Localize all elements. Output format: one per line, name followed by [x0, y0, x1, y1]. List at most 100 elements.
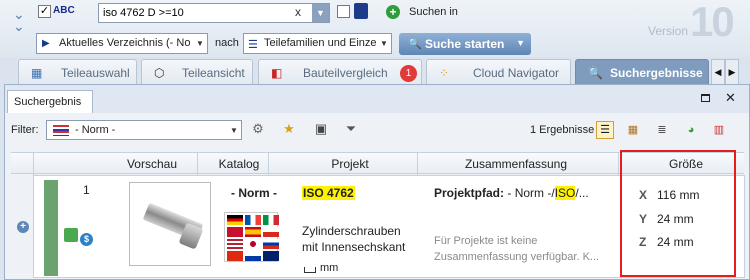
path-suffix: /...	[575, 186, 589, 200]
column-header-projekt[interactable]: Projekt	[305, 157, 395, 171]
directory-value: Aktuelles Verzeichnis (- Norm - )	[59, 37, 191, 49]
add-icon[interactable]: +	[386, 5, 400, 19]
collapse-chevrons-icon[interactable]: ⌄ ⌄	[13, 7, 27, 48]
panel-header: Suchergebnis ✕	[5, 85, 749, 113]
tab-bauteilvergleich[interactable]: ◧ Bauteilvergleich	[258, 59, 422, 85]
tab-suchergebnisse[interactable]: 🔍 Suchergebnisse	[575, 59, 709, 85]
tab-teileauswahl[interactable]: ▦ Teileauswahl	[18, 59, 137, 85]
column-header-zusammenfassung[interactable]: Zusammenfassung	[441, 157, 591, 171]
highlight-box	[620, 150, 736, 277]
catalog-name[interactable]: - Norm -	[231, 186, 277, 200]
version-label: Version	[648, 24, 689, 38]
start-search-label: Suche starten	[425, 37, 505, 51]
part-compare-icon: ◧	[271, 66, 283, 80]
suchen-in-label: Suchen in	[409, 6, 458, 18]
column-header-katalog[interactable]: Katalog	[209, 157, 269, 171]
search-results-icon: 🔍	[588, 66, 603, 80]
gear-icon[interactable]: ⚙	[250, 121, 266, 137]
tab-label: Bauteilvergleich	[303, 66, 388, 80]
funnel-icon[interactable]: ⏷	[343, 121, 359, 137]
summary-text: Für Projekte ist keine Zusammenfassung v…	[434, 235, 600, 263]
path-prefix: - Norm -/	[507, 186, 555, 200]
flag-es-icon	[245, 227, 261, 237]
version-number: 10	[690, 0, 735, 45]
tab-scroll-right[interactable]: ▶	[725, 59, 739, 85]
chevron-down-icon[interactable]: ▼	[377, 34, 391, 53]
tab-label: Suchergebnisse	[610, 66, 703, 80]
part-view-icon: ⬡	[154, 66, 165, 80]
column-separator	[417, 153, 418, 175]
favorite-folder-icon[interactable]: ★	[281, 121, 297, 137]
row-icons: $	[64, 228, 93, 246]
dollar-icon: $	[80, 233, 93, 246]
search-icon: 🔍	[408, 38, 422, 50]
flag-jp-icon	[245, 239, 261, 249]
chart-icon[interactable]: ▥	[710, 121, 728, 139]
project-description: Zylinderschrauben mit Innensechskant	[302, 224, 406, 254]
chevron-down-icon[interactable]: ▼	[312, 4, 329, 22]
ruler-icon	[304, 267, 316, 273]
flag-us-icon	[227, 239, 243, 249]
column-separator	[197, 153, 198, 175]
list-view-icon[interactable]: ☰	[596, 121, 614, 139]
search-input[interactable]	[103, 6, 293, 20]
catalog-flags	[224, 212, 279, 262]
notification-badge: 1	[400, 65, 417, 82]
column-separator	[33, 153, 34, 175]
save-icon[interactable]: ▣	[313, 121, 329, 137]
flag-icon	[53, 125, 69, 136]
column-separator	[618, 153, 619, 175]
parts-selection-icon: ▦	[31, 66, 43, 80]
tab-strip: ▦ Teileauswahl ⬡ Teileansicht ◧ Bauteilv…	[0, 57, 750, 85]
results-count: 1 Ergebnisse	[530, 124, 595, 136]
field-select[interactable]: ☰ Teilefamilien und Einzelteile ▼	[243, 33, 392, 54]
flag-pl-icon	[263, 227, 279, 237]
column-header-vorschau[interactable]: Vorschau	[107, 157, 197, 171]
list-icon: ☰	[248, 39, 258, 51]
maximize-icon[interactable]	[701, 94, 710, 102]
grid-view-icon[interactable]: ▦	[624, 121, 642, 139]
flag-it-icon	[263, 215, 279, 225]
nach-label: nach	[215, 37, 239, 49]
close-icon[interactable]: ✕	[725, 90, 736, 106]
directory-select[interactable]: ▶ Aktuelles Verzeichnis (- Norm - ) ▼	[36, 33, 208, 54]
chevron-down-icon[interactable]: ▼	[227, 121, 241, 140]
tab-label: Cloud Navigator	[473, 66, 560, 80]
palette-icon[interactable]: ◕	[682, 121, 700, 139]
status-bar	[44, 180, 58, 276]
tab-scroll-left[interactable]: ◀	[711, 59, 725, 85]
book-icon[interactable]	[354, 3, 368, 19]
panel-title[interactable]: Suchergebnis	[7, 90, 93, 113]
flag-de-icon	[227, 215, 243, 225]
flag-kr-icon	[245, 251, 261, 261]
clear-icon[interactable]: x	[295, 5, 301, 19]
cloud-navigator-icon: ⁘	[439, 66, 450, 80]
chevron-down-icon[interactable]: ▼	[193, 34, 207, 53]
tab-label: Teileauswahl	[61, 66, 130, 80]
catalog-checkbox[interactable]	[337, 5, 350, 18]
project-name[interactable]: ISO 4762	[302, 186, 355, 200]
filter-select[interactable]: - Norm - ▼	[46, 120, 242, 140]
project-path: Projektpfad: - Norm -/ISO/...	[434, 186, 589, 200]
chevron-down-icon[interactable]: ▼	[516, 38, 525, 48]
flag-uk-icon	[227, 227, 243, 237]
flag-ru-icon	[263, 239, 279, 249]
preview-image[interactable]	[129, 182, 211, 266]
start-search-button[interactable]: 🔍 Suche starten ▼	[399, 33, 531, 55]
tab-cloud-navigator[interactable]: ⁘ Cloud Navigator	[426, 59, 571, 85]
tab-teileansicht[interactable]: ⬡ Teileansicht	[141, 59, 253, 85]
cube-icon	[64, 228, 78, 242]
abc-checkbox[interactable]: ✓	[38, 5, 51, 18]
row-index: 1	[83, 183, 90, 197]
unit-label: mm	[320, 262, 339, 274]
path-label: Projektpfad:	[434, 186, 505, 200]
expand-icon[interactable]: +	[17, 221, 29, 233]
filter-label: Filter:	[11, 124, 39, 136]
field-value: Teilefamilien und Einzelteile	[264, 37, 376, 49]
play-icon: ▶	[42, 38, 50, 49]
tab-label: Teileansicht	[182, 66, 245, 80]
detail-view-icon[interactable]: ≣	[653, 121, 671, 139]
search-field: x ▼	[98, 3, 330, 23]
flag-cn-icon	[227, 251, 243, 261]
flag-other-icon	[263, 251, 279, 261]
